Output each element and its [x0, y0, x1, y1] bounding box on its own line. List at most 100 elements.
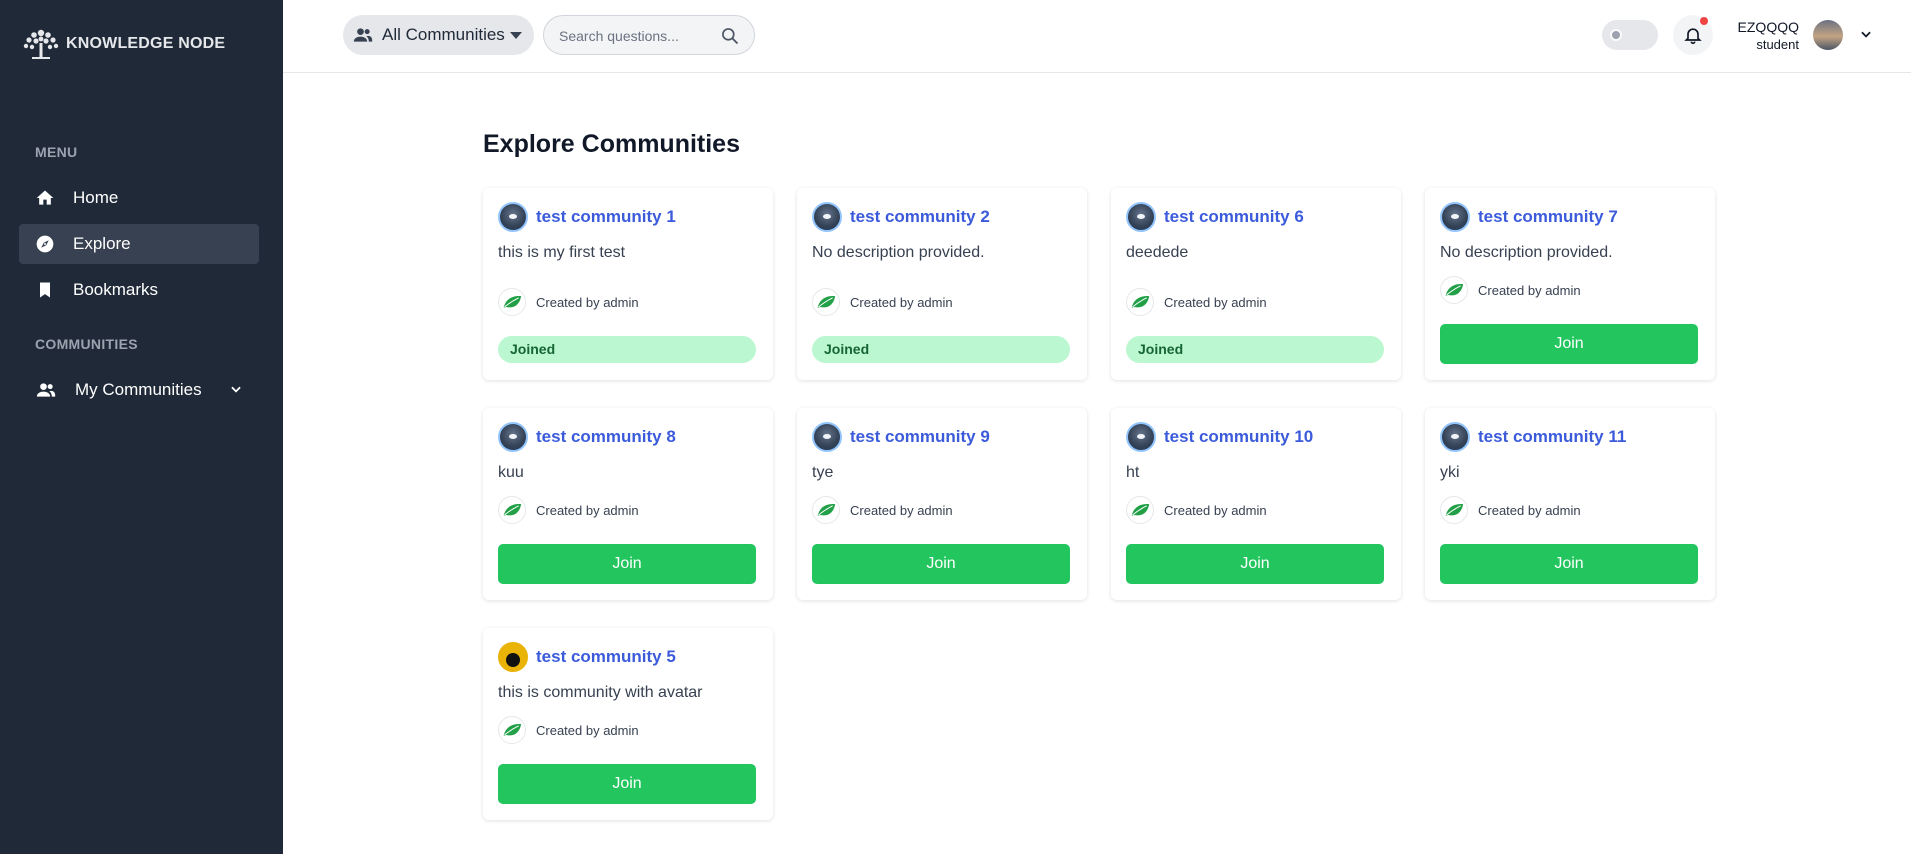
join-button[interactable]: Join	[498, 544, 756, 584]
community-link[interactable]: test community 9	[812, 422, 990, 452]
creator-info: Created by admin	[498, 496, 639, 524]
joined-badge: Joined	[812, 336, 1070, 363]
community-avatar	[1126, 422, 1156, 452]
join-button[interactable]: Join	[1126, 544, 1384, 584]
creator-label: Created by admin	[1164, 294, 1267, 310]
community-card: test community 7 No description provided…	[1425, 188, 1715, 380]
sidebar-item-my-communities[interactable]: My Communities	[19, 370, 259, 410]
community-card: test community 2 No description provided…	[797, 188, 1087, 380]
community-name: test community 7	[1478, 207, 1618, 226]
logo[interactable]: KNOWLEDGE NODE	[22, 27, 225, 61]
community-link[interactable]: test community 1	[498, 202, 676, 232]
join-button[interactable]: Join	[812, 544, 1070, 584]
joined-badge: Joined	[1126, 336, 1384, 363]
community-name: test community 6	[1164, 207, 1304, 226]
community-description: deedede	[1126, 244, 1189, 261]
community-name: test community 1	[536, 207, 676, 226]
community-link[interactable]: test community 6	[1126, 202, 1304, 232]
community-description: tye	[812, 464, 834, 481]
community-link[interactable]: test community 5	[498, 642, 676, 672]
community-avatar	[1440, 202, 1470, 232]
logo-text: KNOWLEDGE NODE	[66, 35, 226, 52]
leaf-icon	[1440, 496, 1468, 524]
leaf-icon	[498, 496, 526, 524]
creator-label: Created by admin	[850, 502, 953, 518]
sidebar: KNOWLEDGE NODE MENU Home Explore Bookmar…	[0, 0, 283, 854]
creator-label: Created by admin	[1478, 502, 1581, 518]
community-card: test community 11 yki Created by admin J…	[1425, 408, 1715, 600]
creator-info: Created by admin	[1440, 496, 1581, 524]
community-avatar	[498, 422, 528, 452]
leaf-icon	[812, 288, 840, 316]
leaf-icon	[1126, 288, 1154, 316]
creator-label: Created by admin	[1164, 502, 1267, 518]
leaf-icon	[812, 496, 840, 524]
community-link[interactable]: test community 7	[1440, 202, 1618, 232]
community-card: test community 5 this is community with …	[483, 628, 773, 820]
community-avatar	[812, 422, 842, 452]
community-name: test community 11	[1478, 427, 1627, 446]
community-link[interactable]: test community 10	[1126, 422, 1313, 452]
join-button[interactable]: Join	[1440, 544, 1698, 584]
leaf-icon	[498, 716, 526, 744]
community-name: test community 10	[1164, 427, 1314, 446]
creator-label: Created by admin	[850, 294, 953, 310]
search-box	[543, 15, 755, 55]
sidebar-item-label: Bookmarks	[73, 280, 159, 299]
community-avatar	[1440, 422, 1470, 452]
community-card: test community 9 tye Created by admin Jo…	[797, 408, 1087, 600]
creator-info: Created by admin	[1126, 288, 1267, 316]
creator-info: Created by admin	[812, 496, 953, 524]
toggle-knob	[1610, 29, 1622, 41]
user-role: student	[1756, 37, 1799, 52]
search-icon[interactable]	[720, 26, 740, 46]
community-card: test community 6 deedede Created by admi…	[1111, 188, 1401, 380]
home-icon	[36, 190, 54, 205]
creator-info: Created by admin	[498, 716, 639, 744]
bell-icon	[1684, 28, 1702, 45]
page-title: Explore Communities	[483, 130, 740, 158]
creator-info: Created by admin	[1440, 276, 1581, 304]
community-link[interactable]: test community 8	[498, 422, 676, 452]
creator-info: Created by admin	[812, 288, 953, 316]
creator-info: Created by admin	[498, 288, 639, 316]
community-description: this is my first test	[498, 244, 626, 261]
join-button[interactable]: Join	[1440, 324, 1698, 364]
join-button[interactable]: Join	[498, 764, 756, 804]
compass-icon	[36, 235, 54, 253]
users-icon	[36, 383, 56, 397]
leaf-icon	[1440, 276, 1468, 304]
sidebar-item-explore[interactable]: Explore	[19, 224, 259, 264]
creator-label: Created by admin	[536, 502, 639, 518]
community-description: yki	[1440, 464, 1460, 481]
community-avatar	[1126, 202, 1156, 232]
user-name: EZQQQQ	[1737, 19, 1799, 35]
community-link[interactable]: test community 11	[1440, 422, 1626, 452]
leaf-icon	[498, 288, 526, 316]
community-name: test community 2	[850, 207, 990, 226]
avatar[interactable]	[1813, 20, 1843, 50]
notifications-button[interactable]	[1673, 15, 1713, 55]
community-name: test community 5	[536, 647, 676, 666]
notification-dot	[1700, 17, 1708, 25]
community-card: test community 1 this is my first test C…	[483, 188, 773, 380]
creator-info: Created by admin	[1126, 496, 1267, 524]
sidebar-item-bookmarks[interactable]: Bookmarks	[19, 270, 259, 310]
sidebar-item-label: Explore	[73, 234, 131, 253]
community-avatar	[498, 202, 528, 232]
joined-badge: Joined	[498, 336, 756, 363]
community-description: ht	[1126, 464, 1140, 481]
community-select-value: All Communities	[382, 25, 505, 44]
theme-toggle[interactable]	[1602, 20, 1658, 50]
sidebar-item-home[interactable]: Home	[19, 178, 259, 218]
creator-label: Created by admin	[536, 294, 639, 310]
community-card: test community 10 ht Created by admin Jo…	[1111, 408, 1401, 600]
creator-label: Created by admin	[1478, 282, 1581, 298]
community-link[interactable]: test community 2	[812, 202, 990, 232]
community-select[interactable]: All Communities	[343, 15, 534, 55]
sidebar-item-label: Home	[73, 188, 119, 207]
search-input[interactable]	[559, 26, 709, 46]
bookmark-icon	[40, 282, 50, 298]
community-avatar	[498, 642, 528, 672]
chevron-down-icon[interactable]	[1858, 27, 1874, 41]
